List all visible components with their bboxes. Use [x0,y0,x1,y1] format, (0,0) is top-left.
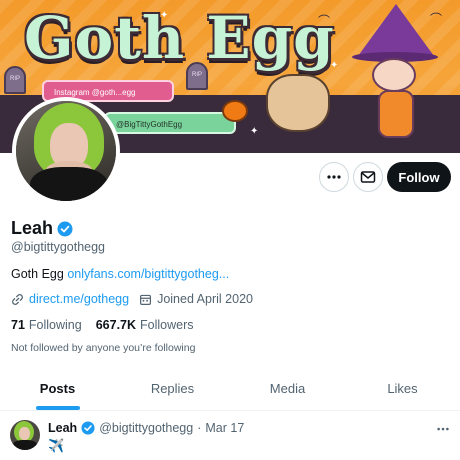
profile-handle: @bigtittygothegg [11,240,106,254]
profile-name-row: Leah [11,218,73,239]
tweet-separator: · [197,421,202,435]
tombstone-right: RIP [186,62,208,90]
tab-media[interactable]: Media [230,366,345,410]
more-icon [437,427,449,431]
website-link[interactable]: direct.me/gothegg [29,292,129,306]
tweet-more-button[interactable] [432,420,454,438]
tab-replies[interactable]: Replies [115,366,230,410]
tweet-author-name[interactable]: Leah [48,421,77,435]
witch-illustration [352,4,442,144]
following-count: 71 [11,318,25,332]
tab-likes[interactable]: Likes [345,366,460,410]
followers-label: Followers [140,318,194,332]
bio-text: Goth Egg [11,267,64,281]
sparkle-icon: ✦ [160,10,169,21]
tweet-author-handle[interactable]: @bigtittygothegg [99,421,193,435]
link-icon [12,293,23,305]
profile-tabs: Posts Replies Media Likes [0,366,460,411]
sparkle-icon: ✦ [330,60,339,71]
message-button[interactable] [353,162,383,192]
profile-name: Leah [11,218,54,238]
follow-button[interactable]: Follow [387,162,451,192]
tombstone-left: RIP [4,66,26,94]
followers-count: 667.7K [95,318,137,332]
verified-badge-icon[interactable] [81,421,95,435]
profile-meta: direct.me/gothegg Joined April 2020 [11,292,263,306]
tweet-date[interactable]: Mar 17 [205,421,244,435]
joined-date: Joined April 2020 [157,292,253,306]
more-options-button[interactable] [319,162,349,192]
website-item: direct.me/gothegg [11,292,129,306]
tweet-avatar[interactable] [10,420,40,450]
pumpkin-icon [222,100,248,122]
bat-icon: ⌒ [318,14,331,28]
tweet-text: ✈️ [48,438,65,453]
followers-link[interactable]: 667.7K Followers [96,318,194,332]
mail-icon [360,171,376,183]
tab-posts[interactable]: Posts [0,366,115,410]
tweet-header: Leah @bigtittygothegg · Mar 17 [48,421,244,435]
banner-twitter-pill: @BigTittyGothEgg [104,112,236,134]
more-icon [327,175,341,179]
following-link[interactable]: 71 Following [11,318,82,332]
profile-bio: Goth Egg onlyfans.com/bigtittygotheg... [11,267,229,281]
bat-icon: ⌒ [430,12,443,26]
sparkle-icon: ✦ [250,126,259,137]
profile-avatar[interactable] [12,97,120,205]
not-followed-notice: Not followed by anyone you’re following [11,342,196,354]
banner-title: Goth Egg [24,4,335,72]
bio-link[interactable]: onlyfans.com/bigtittygotheg... [67,267,229,281]
follow-counts: 71 Following 667.7K Followers [11,318,194,332]
cat-illustration [266,74,330,132]
calendar-icon [140,294,152,305]
joined-item: Joined April 2020 [139,292,253,306]
verified-badge-icon[interactable] [57,221,73,237]
following-label: Following [28,318,82,332]
